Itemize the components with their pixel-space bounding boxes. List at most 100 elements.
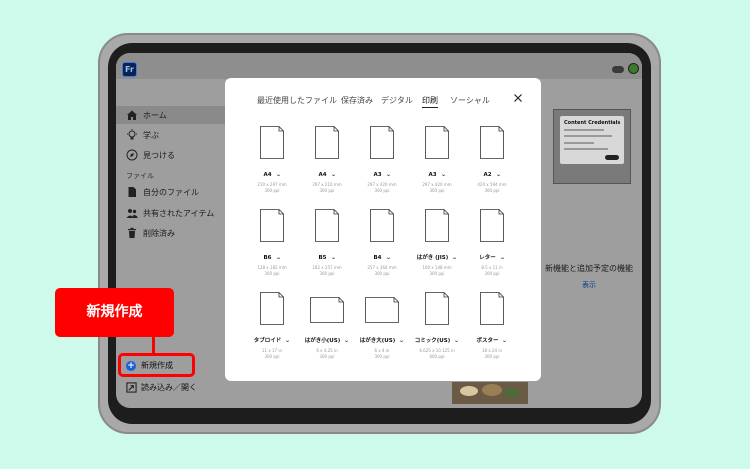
- section-files-label: ファイル: [126, 172, 154, 180]
- paper-preset[interactable]: B4 ⌄ 257 x 364 mm 300 ppi: [357, 209, 407, 276]
- paper-resolution: 300 ppi: [264, 188, 280, 193]
- paper-name: A4: [263, 172, 272, 178]
- import-open-item[interactable]: 読み込み／開く: [126, 382, 197, 393]
- paper-name: B4: [373, 255, 382, 261]
- tab-saved[interactable]: 保存済み: [341, 95, 373, 106]
- paper-preset[interactable]: A4 ⌄ 210 x 297 mm 300 ppi: [247, 126, 297, 193]
- chevron-down-icon[interactable]: ⌄: [495, 171, 501, 178]
- document-icon: [315, 209, 339, 242]
- chevron-down-icon[interactable]: ⌄: [452, 254, 458, 261]
- chevron-down-icon[interactable]: ⌄: [330, 254, 336, 261]
- paper-name: B6: [263, 255, 272, 261]
- paper-name: B5: [318, 255, 327, 261]
- paper-preset[interactable]: レター ⌄ 8.5 x 11 in 300 ppi: [467, 209, 517, 276]
- paper-name: はがき小(US): [304, 338, 341, 344]
- document-icon: [315, 126, 339, 159]
- sidebar-item-label: 見つける: [143, 150, 175, 160]
- app-logo[interactable]: Fr: [122, 62, 137, 77]
- sidebar-item-label: 学ぶ: [143, 130, 159, 140]
- import-icon: [126, 382, 137, 393]
- sidebar-item-label: 共有されたアイテム: [143, 208, 215, 218]
- paper-name: はがき (JIS): [416, 255, 449, 261]
- document-icon: [425, 209, 449, 242]
- paper-preset[interactable]: A3 ⌄ 297 x 420 mm 300 ppi: [412, 126, 462, 193]
- whats-new-link[interactable]: 表示: [534, 280, 644, 290]
- chevron-down-icon[interactable]: ⌄: [344, 337, 350, 344]
- chevron-down-icon[interactable]: ⌄: [440, 171, 446, 178]
- paper-preset[interactable]: はがき小(US) ⌄ 6 x 4.25 in 300 ppi: [302, 292, 352, 359]
- tab-print[interactable]: 印刷: [422, 95, 438, 106]
- tab-recent[interactable]: 最近使用したファイル: [257, 95, 337, 106]
- paper-preset[interactable]: はがき (JIS) ⌄ 100 x 148 mm 300 ppi: [412, 209, 462, 276]
- callout-label: 新規作成: [55, 288, 174, 337]
- sidebar-item-my-files[interactable]: 自分のファイル: [116, 183, 226, 201]
- paper-preset[interactable]: コミック(US) ⌄ 6.625 x 10.125 in 600 ppi: [412, 292, 462, 359]
- paper-name: レター: [479, 255, 496, 261]
- paper-resolution: 300 ppi: [264, 271, 280, 276]
- content-credentials-card[interactable]: Content Credentials: [553, 109, 631, 184]
- sidebar-item-shared[interactable]: 共有されたアイテム: [116, 204, 226, 222]
- paper-resolution: 300 ppi: [484, 271, 500, 276]
- avatar[interactable]: [628, 63, 639, 74]
- paper-preset[interactable]: B5 ⌄ 182 x 257 mm 300 ppi: [302, 209, 352, 276]
- paper-name: ポスター: [476, 338, 499, 344]
- chevron-down-icon[interactable]: ⌄: [285, 337, 291, 344]
- sidebar-item-home[interactable]: ホーム: [116, 106, 226, 124]
- paper-dimensions: 6.625 x 10.125 in: [419, 348, 455, 353]
- sidebar-item-label: 削除済み: [143, 228, 175, 238]
- paper-preset[interactable]: B6 ⌄ 128 x 182 mm 300 ppi: [247, 209, 297, 276]
- chevron-down-icon[interactable]: ⌄: [385, 254, 391, 261]
- paper-dimensions: 18 x 24 in: [481, 348, 502, 353]
- paper-resolution: 300 ppi: [319, 354, 335, 359]
- paper-preset[interactable]: A4 ⌄ 297 x 210 mm 300 ppi: [302, 126, 352, 193]
- chevron-down-icon[interactable]: ⌄: [385, 171, 391, 178]
- chevron-down-icon[interactable]: ⌄: [454, 337, 460, 344]
- paper-resolution: 300 ppi: [374, 188, 390, 193]
- chevron-down-icon[interactable]: ⌄: [499, 254, 505, 261]
- paper-preset[interactable]: ポスター ⌄ 18 x 24 in 300 ppi: [467, 292, 517, 359]
- sidebar-item-discover[interactable]: 見つける: [116, 146, 226, 164]
- sidebar-item-deleted[interactable]: 削除済み: [116, 224, 226, 242]
- card-text-line: [564, 148, 608, 150]
- card-preview: Content Credentials: [560, 116, 624, 164]
- chevron-down-icon[interactable]: ⌄: [330, 171, 336, 178]
- paper-preset[interactable]: A2 ⌄ 420 x 594 mm 300 ppi: [467, 126, 517, 193]
- document-icon: [260, 126, 284, 159]
- home-icon: [127, 110, 137, 120]
- paper-resolution: 300 ppi: [319, 188, 335, 193]
- close-icon[interactable]: [513, 93, 523, 103]
- document-icon: [425, 292, 449, 325]
- chevron-down-icon[interactable]: ⌄: [399, 337, 405, 344]
- sidebar-item-learn[interactable]: 学ぶ: [116, 126, 226, 144]
- paper-resolution: 300 ppi: [484, 188, 500, 193]
- bg-photo-thumbnail: [452, 382, 528, 404]
- paper-name: A2: [483, 172, 492, 178]
- paper-name: A3: [373, 172, 382, 178]
- paper-name: はがき大(US): [359, 338, 396, 344]
- paper-preset[interactable]: はがき大(US) ⌄ 6 x 4 in 300 ppi: [357, 292, 407, 359]
- tab-social[interactable]: ソーシャル: [450, 95, 490, 106]
- tab-digital[interactable]: デジタル: [381, 95, 413, 106]
- import-open-label: 読み込み／開く: [141, 383, 197, 392]
- photo-detail: [460, 386, 478, 396]
- paper-dimensions: 6 x 4.25 in: [316, 348, 338, 353]
- chevron-down-icon[interactable]: ⌄: [275, 171, 281, 178]
- document-icon: [260, 292, 284, 325]
- paper-resolution: 300 ppi: [264, 354, 280, 359]
- paper-name: コミック(US): [414, 338, 451, 344]
- compass-icon: [126, 149, 138, 161]
- document-icon: [370, 209, 394, 242]
- photo-detail: [482, 384, 502, 396]
- lightbulb-icon: [127, 129, 137, 140]
- paper-dimensions: 297 x 210 mm: [312, 182, 342, 187]
- paper-resolution: 600 ppi: [429, 354, 445, 359]
- chevron-down-icon[interactable]: ⌄: [275, 254, 281, 261]
- chevron-down-icon[interactable]: ⌄: [502, 337, 508, 344]
- paper-preset[interactable]: タブロイド ⌄ 11 x 17 in 300 ppi: [247, 292, 297, 359]
- card-button: [605, 155, 619, 160]
- cloud-icon[interactable]: [612, 66, 624, 73]
- sidebar-item-label: 自分のファイル: [143, 187, 199, 197]
- paper-preset[interactable]: A3 ⌄ 297 x 420 mm 300 ppi: [357, 126, 407, 193]
- sidebar-item-label: ホーム: [143, 110, 167, 120]
- paper-resolution: 300 ppi: [429, 271, 445, 276]
